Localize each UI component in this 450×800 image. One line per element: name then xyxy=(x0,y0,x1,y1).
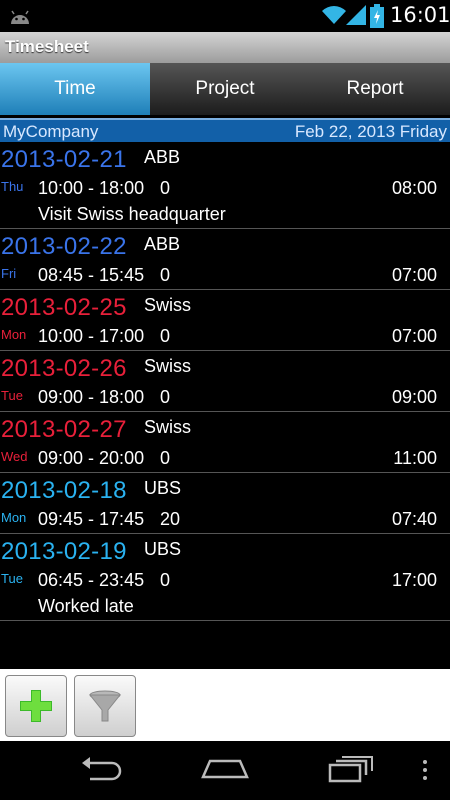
entry-project: UBS xyxy=(144,539,182,559)
tab-report[interactable]: Report xyxy=(300,63,450,115)
entry-date: 2013-02-21 xyxy=(1,146,127,173)
entry-project: Swiss xyxy=(144,295,192,315)
entry-note: Visit Swiss headquarter xyxy=(38,204,226,224)
recents-icon[interactable] xyxy=(328,755,374,785)
entry-time-range: 09:45 - 17:45 xyxy=(38,509,145,529)
signal-icon xyxy=(346,5,366,25)
entry-project: UBS xyxy=(144,478,182,498)
time-entry[interactable]: 2013-02-19 UBS Tue 06:45 - 23:45 0 17:00 Worke… xyxy=(0,534,450,621)
entry-time-range: 09:00 - 18:00 xyxy=(38,387,145,407)
current-date: Feb 22, 2013 Friday xyxy=(294,122,447,141)
entry-list: 2013-02-21 ABB Thu 10:00 - 18:00 0 08:00 Visit… xyxy=(0,142,450,621)
nav-bar xyxy=(0,741,450,800)
entry-weekday: Fri xyxy=(1,266,17,281)
entry-time-range: 09:00 - 20:00 xyxy=(38,448,145,468)
entry-pause: 0 xyxy=(160,448,171,468)
time-entry[interactable]: 2013-02-25 Swiss Mon 10:00 - 17:00 0 07:00 xyxy=(0,290,450,351)
time-entry[interactable]: 2013-02-22 ABB Fri 08:45 - 15:45 0 07:00 xyxy=(0,229,450,290)
battery-icon xyxy=(370,4,384,28)
tab-project[interactable]: Project xyxy=(150,63,300,115)
entry-weekday: Mon xyxy=(1,510,27,525)
entry-duration: 17:00 xyxy=(391,570,437,590)
entry-duration: 07:40 xyxy=(391,509,437,529)
app-title: Timesheet xyxy=(5,37,89,56)
entry-date: 2013-02-18 xyxy=(1,477,127,504)
entry-project: ABB xyxy=(144,147,181,167)
wifi-icon xyxy=(322,6,346,24)
overflow-menu-icon[interactable] xyxy=(421,755,429,785)
entry-project: Swiss xyxy=(144,356,192,376)
entry-weekday: Tue xyxy=(1,571,23,586)
entry-weekday: Mon xyxy=(1,327,27,342)
entry-project: Swiss xyxy=(144,417,192,437)
entry-date: 2013-02-19 xyxy=(1,538,127,565)
tab-bar: Time Project Report xyxy=(0,63,450,115)
entry-pause: 0 xyxy=(160,178,171,198)
entry-duration: 07:00 xyxy=(391,326,437,346)
entry-pause: 0 xyxy=(160,387,171,407)
entry-time-range: 06:45 - 23:45 xyxy=(38,570,145,590)
entry-date: 2013-02-27 xyxy=(1,416,127,443)
entry-note: Worked late xyxy=(38,596,134,616)
filter-button[interactable] xyxy=(74,675,136,737)
status-clock: 16:01 xyxy=(390,3,450,27)
status-bar: 16:01 xyxy=(0,0,450,32)
time-entry[interactable]: 2013-02-21 ABB Thu 10:00 - 18:00 0 08:00 Visit… xyxy=(0,142,450,229)
entry-duration: 07:00 xyxy=(391,265,437,285)
time-entry[interactable]: 2013-02-27 Swiss Wed 09:00 - 20:00 0 11:00 xyxy=(0,412,450,473)
entry-pause: 20 xyxy=(160,509,181,529)
entry-date: 2013-02-26 xyxy=(1,355,127,382)
entry-time-range: 10:00 - 18:00 xyxy=(38,178,145,198)
entry-duration: 09:00 xyxy=(391,387,437,407)
back-icon[interactable] xyxy=(78,755,122,785)
android-icon xyxy=(11,10,29,24)
tab-time[interactable]: Time xyxy=(0,63,150,115)
entry-date: 2013-02-25 xyxy=(1,294,127,321)
entry-pause: 0 xyxy=(160,326,171,346)
home-icon[interactable] xyxy=(200,755,250,785)
entry-date: 2013-02-22 xyxy=(1,233,127,260)
time-entry[interactable]: 2013-02-18 UBS Mon 09:45 - 17:45 20 07:40 xyxy=(0,473,450,534)
entry-duration: 08:00 xyxy=(391,178,437,198)
company-name: MyCompany xyxy=(3,122,99,141)
entry-project: ABB xyxy=(144,234,181,254)
entry-duration: 11:00 xyxy=(393,448,437,468)
title-bar: Timesheet xyxy=(0,32,450,63)
info-bar: MyCompany Feb 22, 2013 Friday xyxy=(0,118,450,142)
entry-time-range: 10:00 - 17:00 xyxy=(38,326,145,346)
entry-weekday: Wed xyxy=(1,449,28,464)
entry-weekday: Tue xyxy=(1,388,23,403)
entry-pause: 0 xyxy=(160,570,171,590)
entry-time-range: 08:45 - 15:45 xyxy=(38,265,145,285)
entry-pause: 0 xyxy=(160,265,171,285)
bottom-toolbar xyxy=(0,669,450,741)
add-button[interactable] xyxy=(5,675,67,737)
plus-icon xyxy=(20,690,52,722)
time-entry[interactable]: 2013-02-26 Swiss Tue 09:00 - 18:00 0 09:00 xyxy=(0,351,450,412)
funnel-icon xyxy=(88,690,122,722)
entry-weekday: Thu xyxy=(1,179,24,194)
